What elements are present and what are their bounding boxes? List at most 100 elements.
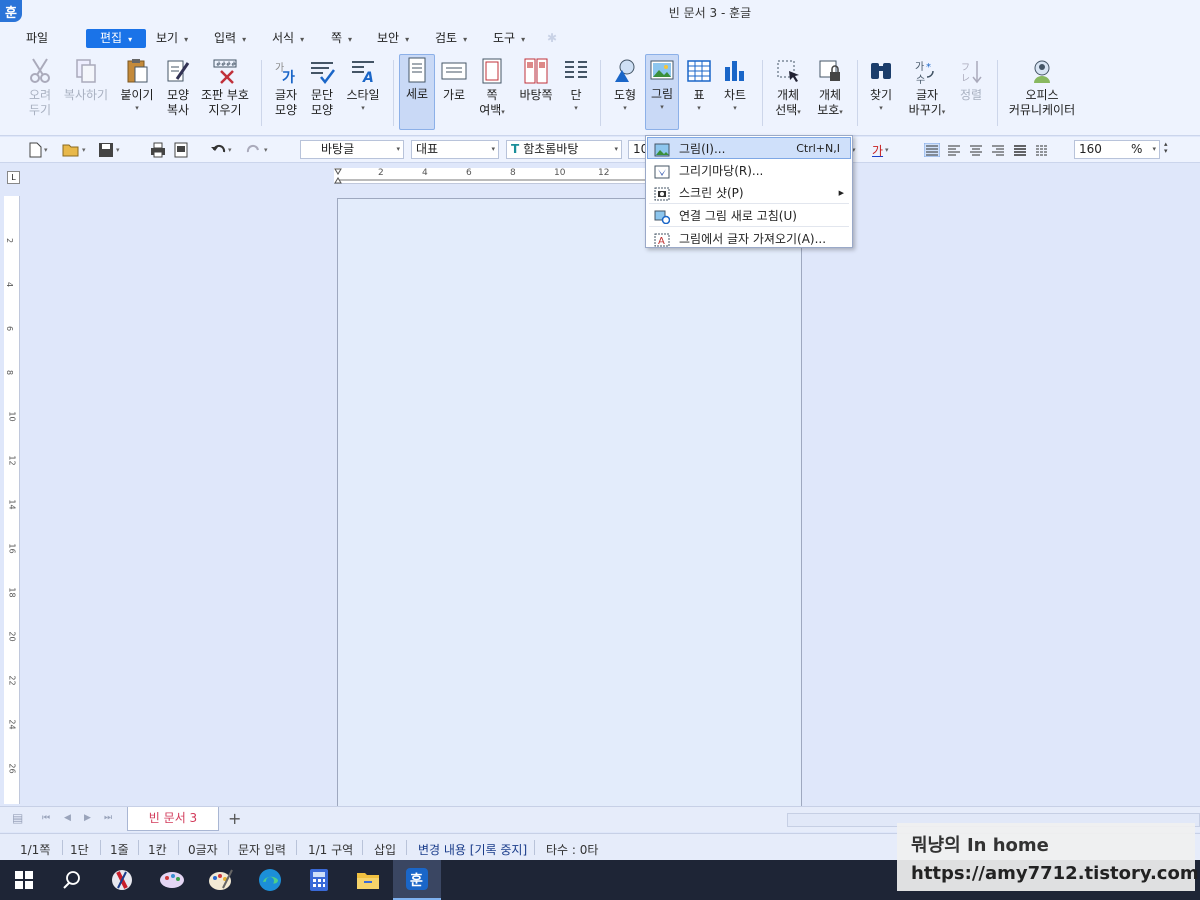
paste-button[interactable]: 붙이기 ▾	[118, 56, 156, 132]
align-distribute-icon[interactable]	[1012, 141, 1028, 159]
app-paint-icon[interactable]	[148, 860, 196, 900]
search-icon[interactable]	[48, 860, 96, 900]
align-center-icon[interactable]	[968, 141, 984, 159]
tab-document[interactable]: 빈 문서 3	[127, 807, 219, 831]
chart-button[interactable]: 차트 ▾	[718, 56, 752, 132]
shape-button[interactable]: 도형 ▾	[608, 56, 642, 132]
text-color-button[interactable]: 가 ▾	[872, 141, 889, 159]
vruler-mark-label: 22	[7, 675, 17, 686]
copy-button[interactable]: 복사하기	[62, 56, 110, 132]
para-shape-button[interactable]: 문단 모양	[306, 56, 338, 132]
portrait-button[interactable]: 세로	[399, 54, 435, 130]
app-palette-icon[interactable]	[196, 860, 244, 900]
align-justify-icon[interactable]	[924, 141, 940, 159]
menu-format[interactable]: 서식 ▾	[268, 29, 308, 48]
office-communicator-button[interactable]: 오피스 커뮤니케이터	[1005, 56, 1079, 132]
sort-button[interactable]: フレ 정렬	[954, 56, 988, 132]
clear-marks-button[interactable]: #### 조판 부호 지우기	[199, 56, 251, 132]
preview-icon[interactable]	[174, 141, 188, 159]
align-right-icon[interactable]	[990, 141, 1006, 159]
vertical-ruler[interactable]: 2 4 6 8 10 12 14 16 18 20 22 24 26	[4, 196, 20, 804]
menu-clipart[interactable]: 그리기마당(R)...	[647, 159, 851, 181]
menu-insert-picture[interactable]: 그림(I)... Ctrl+N,I	[647, 137, 851, 159]
open-folder-icon[interactable]: ▾	[62, 141, 86, 159]
status-separator	[62, 840, 63, 855]
style-button[interactable]: A 스타일 ▾	[344, 56, 382, 132]
align-split-icon[interactable]	[1034, 141, 1050, 159]
windows-start-icon[interactable]	[0, 860, 48, 900]
title-bar: 훈 빈 문서 3 - 훈글	[0, 0, 1200, 26]
menu-review[interactable]: 검토 ▾	[431, 29, 471, 48]
menu-refresh-linked[interactable]: 연결 그림 새로 고침(U)	[647, 204, 851, 226]
status-separator	[178, 840, 179, 855]
font-select[interactable]: T 함초롬바탕 ▾	[506, 140, 622, 159]
status-track-changes[interactable]: 변경 내용 [기록 중지]	[418, 841, 527, 858]
menu-page[interactable]: 쪽 ▾	[327, 29, 356, 48]
tab-first-icon[interactable]: ⏮	[42, 813, 50, 823]
calculator-icon[interactable]	[295, 860, 343, 900]
language-select[interactable]: 대표 ▾	[411, 140, 499, 159]
picture-button[interactable]: 그림 ▾	[645, 54, 679, 130]
menu-insert[interactable]: 입력 ▾	[210, 29, 250, 48]
status-input-mode[interactable]: 문자 입력	[238, 841, 286, 858]
object-select-button[interactable]: 개체 선택▾	[770, 56, 806, 132]
font-size-select[interactable]: 10	[628, 140, 648, 159]
find-label: 찾기	[869, 88, 893, 102]
menu-security[interactable]: 보안 ▾	[373, 29, 413, 48]
tab-prev-icon[interactable]: ◀	[64, 813, 71, 823]
menu-ocr-text[interactable]: A 그림에서 글자 가져오기(A)...	[647, 227, 851, 249]
status-insert-mode[interactable]: 삽입	[374, 841, 396, 858]
zoom-spinner[interactable]: ▴ ▾	[1164, 141, 1168, 159]
hangul-app-icon[interactable]: 훈	[393, 860, 441, 900]
master-page-button[interactable]: 바탕쪽	[516, 56, 556, 132]
document-workspace[interactable]: L 2 4 6 8 10 12 2 4 6 8 10 12 14 16 18 20 22 24 26	[0, 164, 1200, 806]
menu-screenshot[interactable]: 스크린 샷(P) ▶	[647, 181, 851, 203]
align-left-icon[interactable]	[946, 141, 962, 159]
char-shape-button[interactable]: 가가 글자 모양	[270, 56, 302, 132]
landscape-button[interactable]: 가로	[438, 56, 470, 132]
edge-browser-icon[interactable]	[246, 860, 294, 900]
print-icon[interactable]	[150, 141, 166, 159]
replace-button[interactable]: 가 * 수 글자 바꾸기▾	[904, 56, 950, 132]
vruler-mark-label: 24	[7, 719, 17, 730]
vruler-mark-label: 2	[5, 237, 15, 244]
save-icon[interactable]: ▾	[98, 141, 120, 159]
tab-list-icon[interactable]: ▤	[12, 811, 23, 825]
menu-tools[interactable]: 도구 ▾	[489, 29, 529, 48]
shape-icon	[608, 56, 642, 86]
zoom-input[interactable]: 160% ▾	[1074, 140, 1160, 159]
menu-view[interactable]: 보기 ▾	[152, 29, 192, 48]
menu-bar: 파일 편집 ▾ 보기 ▾ 입력 ▾ 서식 ▾ 쪽 ▾ 보안 ▾ 검토 ▾ 도구 ▾ ✱	[0, 26, 1200, 50]
object-protect-button[interactable]: 개체 보호▾	[812, 56, 848, 132]
style-icon: A	[344, 56, 382, 86]
document-page[interactable]	[337, 198, 802, 806]
find-button[interactable]: 찾기 ▾	[864, 56, 898, 132]
portrait-page-icon	[400, 55, 434, 85]
ruler-toggle-icon[interactable]: L	[7, 171, 20, 184]
columns-button[interactable]: 단 ▾	[560, 56, 592, 132]
ribbon-separator	[997, 60, 998, 126]
file-explorer-icon[interactable]	[344, 860, 392, 900]
puzzle-icon[interactable]: ✱	[543, 29, 561, 48]
table-button[interactable]: 표 ▾	[683, 56, 715, 132]
menu-edit[interactable]: 편집 ▾	[86, 29, 147, 48]
status-separator	[296, 840, 297, 855]
app-red-icon[interactable]	[98, 860, 146, 900]
new-document-icon[interactable]: ▾	[28, 141, 48, 159]
copy-icon	[62, 56, 110, 86]
cut-button[interactable]: 오려 두기	[24, 56, 56, 132]
undo-icon[interactable]: ▾	[210, 141, 232, 159]
cut-label: 오려	[28, 88, 52, 102]
tab-last-icon[interactable]: ⏭	[104, 813, 112, 823]
svg-text:수: 수	[916, 74, 925, 85]
menu-file[interactable]: 파일	[22, 29, 52, 48]
refresh-picture-icon	[654, 209, 671, 225]
format-copy-button[interactable]: 모양 복사	[160, 56, 196, 132]
style-select[interactable]: 바탕글 ▾	[300, 140, 404, 159]
page-margin-button[interactable]: 쪽 여백▾	[474, 56, 510, 132]
add-tab-icon[interactable]: +	[228, 809, 241, 828]
tab-next-icon[interactable]: ▶	[84, 813, 91, 823]
picture-dropdown-menu: 그림(I)... Ctrl+N,I 그리기마당(R)... 스크린 샷(P) ▶…	[645, 135, 853, 248]
ruler-mark-label: 2	[378, 168, 384, 178]
redo-icon[interactable]: ▾	[246, 141, 268, 159]
